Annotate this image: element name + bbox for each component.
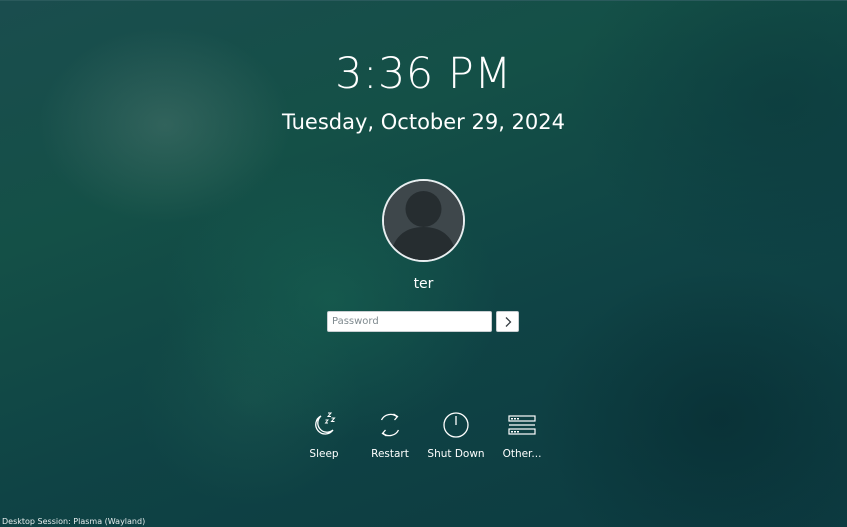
desktop-session-selector[interactable]: Desktop Session: Plasma (Wayland) [2,517,145,527]
other-sessions-icon [508,415,536,435]
clock-date: Tuesday, October 29, 2024 [281,110,566,134]
restart-icon [380,413,400,437]
other-label: Other... [502,448,542,460]
session-actions: Sleep Restart Shut Down Other... [0,410,847,470]
password-field[interactable] [327,311,492,332]
login-submit-button[interactable] [496,311,519,332]
restart-label: Restart [371,448,409,460]
other-button[interactable]: Other... [482,410,562,461]
power-icon [443,412,469,438]
sleep-icon [315,412,336,435]
chevron-right-icon [505,316,511,327]
clock-time: 3:36 PM [335,49,512,99]
user-silhouette-icon [384,181,463,260]
shut-down-label: Shut Down [427,448,485,460]
sleep-label: Sleep [309,448,339,460]
username-label: ter [413,276,434,292]
top-border [0,0,847,1]
user-avatar-icon[interactable] [382,179,465,262]
